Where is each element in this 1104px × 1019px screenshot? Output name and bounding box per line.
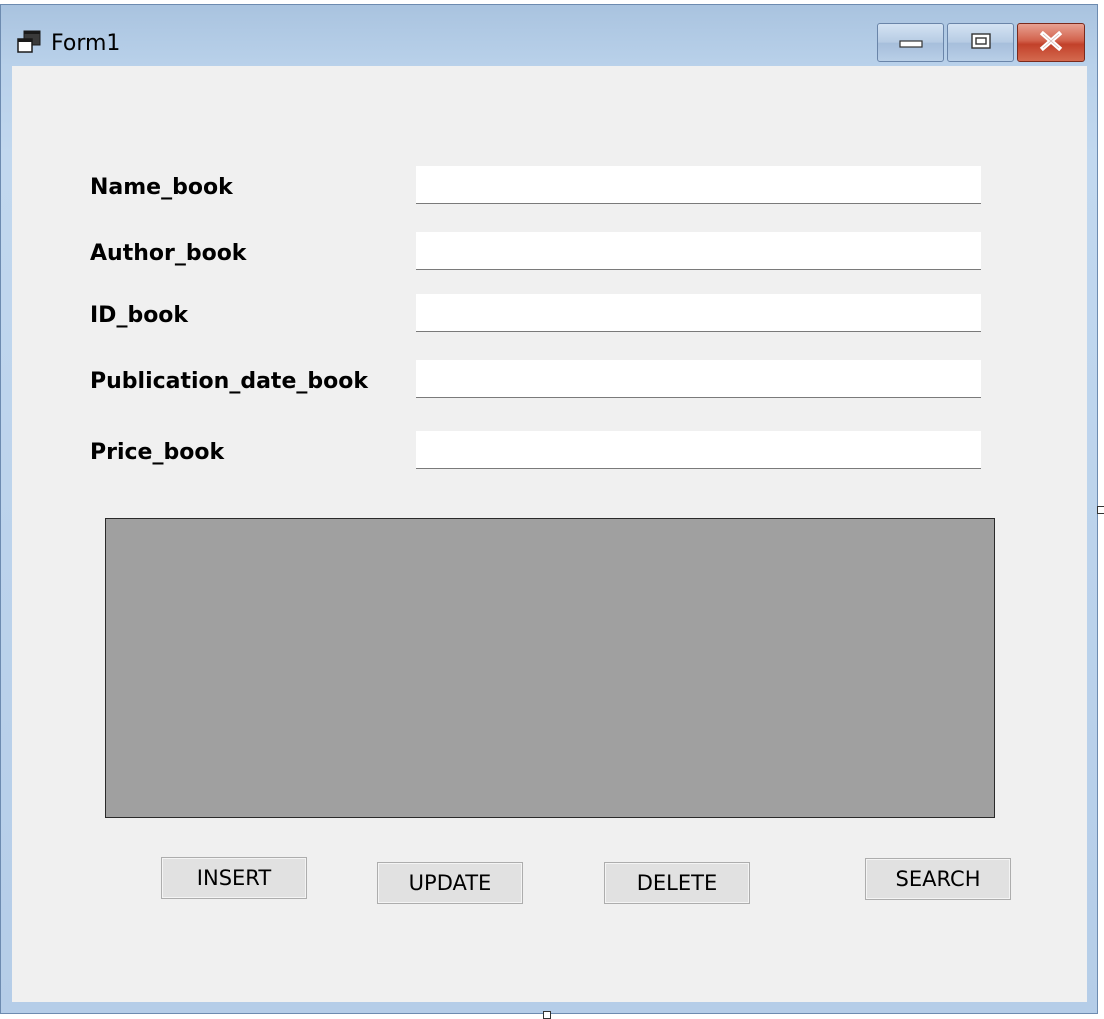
name-book-input[interactable]: [416, 166, 981, 204]
minimize-button[interactable]: [877, 23, 944, 62]
minimize-icon: [898, 33, 923, 52]
id-book-input[interactable]: [416, 294, 981, 332]
title-bar[interactable]: Form1: [1, 5, 1097, 65]
form-client-area: Name_book Author_book ID_book Publicatio…: [12, 66, 1087, 1002]
form-icon[interactable]: [16, 29, 42, 55]
close-button[interactable]: [1017, 23, 1085, 62]
price-book-input[interactable]: [416, 431, 981, 469]
window-title: Form1: [51, 31, 121, 56]
author-book-label: Author_book: [90, 241, 247, 266]
data-grid-view[interactable]: [105, 518, 995, 818]
resize-handle-right[interactable]: [1097, 506, 1104, 514]
insert-button[interactable]: INSERT: [161, 857, 307, 899]
name-book-label: Name_book: [90, 175, 233, 200]
maximize-icon: [970, 32, 991, 53]
search-button[interactable]: SEARCH: [865, 858, 1011, 900]
author-book-input[interactable]: [416, 232, 981, 270]
delete-button[interactable]: DELETE: [604, 862, 750, 904]
maximize-button[interactable]: [947, 23, 1014, 62]
price-book-label: Price_book: [90, 440, 225, 465]
update-button[interactable]: UPDATE: [377, 862, 523, 904]
form-window: Form1 Name_book Author_book ID_book Publ…: [0, 4, 1098, 1014]
publication-date-book-label: Publication_date_book: [90, 369, 368, 394]
publication-date-book-input[interactable]: [416, 360, 981, 398]
close-icon: [1039, 30, 1063, 55]
id-book-label: ID_book: [90, 303, 189, 328]
